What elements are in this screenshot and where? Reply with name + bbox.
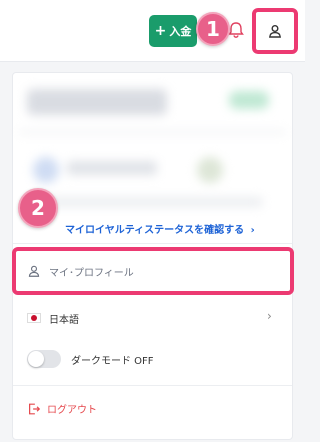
language-label: 日本語 xyxy=(49,314,79,326)
chevron-right-icon: › xyxy=(250,225,255,236)
japan-flag-icon xyxy=(27,313,41,323)
user-icon xyxy=(269,25,281,38)
logout-menu-item[interactable]: ログアウト xyxy=(27,401,97,416)
chevron-right-icon: › xyxy=(267,309,272,323)
my-profile-label: マイ･プロフィール xyxy=(49,267,134,279)
step-1-badge: 1 xyxy=(196,12,230,46)
language-menu-item[interactable]: 日本語 xyxy=(13,305,292,331)
divider xyxy=(13,385,292,386)
dark-mode-toggle[interactable] xyxy=(27,350,61,368)
loyalty-status-link[interactable]: マイロイヤルティステータスを確認する › xyxy=(65,221,255,236)
plus-icon: + xyxy=(154,23,167,39)
logout-icon xyxy=(29,403,41,414)
top-bar: + 入金 1 xyxy=(0,0,305,62)
logout-label: ログアウト xyxy=(47,405,97,416)
deposit-button[interactable]: + 入金 xyxy=(149,15,197,47)
blurred-account-summary xyxy=(19,79,286,229)
account-dropdown-panel: マイロイヤルティステータスを確認する › マイ･プロフィール 日本語 › ダーク… xyxy=(12,72,294,440)
loyalty-status-label: マイロイヤルティステータスを確認する xyxy=(65,225,245,236)
my-profile-menu-item[interactable]: マイ･プロフィール xyxy=(12,247,294,295)
profile-button[interactable] xyxy=(252,8,298,54)
toggle-knob xyxy=(28,351,44,367)
dark-mode-row: ダークモード OFF xyxy=(27,349,154,369)
deposit-label: 入金 xyxy=(169,25,192,38)
user-icon xyxy=(28,265,40,277)
divider xyxy=(13,243,292,244)
dark-mode-label: ダークモード OFF xyxy=(71,355,154,367)
step-2-badge: 2 xyxy=(18,188,58,228)
